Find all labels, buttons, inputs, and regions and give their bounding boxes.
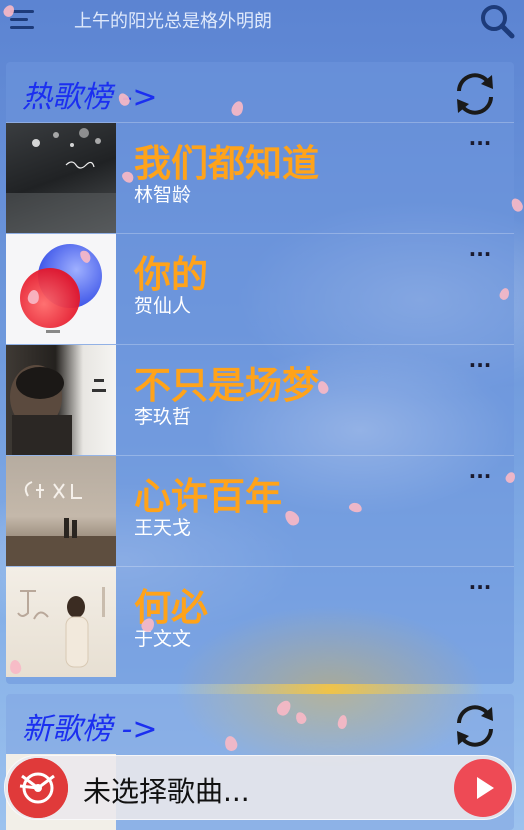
new-chart-header: 新歌榜 -> — [6, 694, 514, 752]
now-playing-text: 未选择歌曲... — [83, 775, 250, 808]
menu-bar — [10, 18, 28, 21]
song-artist: 李玖哲 — [134, 406, 192, 428]
hot-chart-header: 热歌榜 -> — [6, 62, 514, 120]
new-chart-title[interactable]: 新歌榜 -> — [22, 704, 158, 748]
album-cover — [6, 567, 116, 677]
search-icon[interactable] — [478, 2, 516, 40]
disc-icon[interactable] — [8, 758, 68, 818]
album-cover — [6, 234, 116, 344]
song-title: 你的 — [134, 253, 208, 296]
song-row[interactable]: 心许百年 王天戈 ··· — [6, 455, 514, 566]
song-artist: 贺仙人 — [134, 295, 192, 317]
hot-chart-title[interactable]: 热歌榜 -> — [22, 72, 158, 116]
song-artist: 王天戈 — [134, 517, 192, 539]
menu-bar — [10, 26, 34, 29]
more-options-icon[interactable]: ··· — [466, 466, 494, 486]
song-row[interactable]: 我们都知道 林智龄 ··· — [6, 122, 514, 233]
song-title: 我们都知道 — [134, 142, 319, 185]
header-greeting: 上午的阳光总是格外明朗 — [74, 11, 272, 32]
song-title: 不只是场梦 — [134, 364, 319, 407]
song-row[interactable]: 何必 于文文 ··· — [6, 566, 514, 677]
app-header: 上午的阳光总是格外明朗 — [0, 0, 524, 42]
song-row[interactable]: 不只是场梦 李玖哲 ··· — [6, 344, 514, 455]
refresh-icon[interactable] — [450, 69, 500, 119]
album-cover — [6, 345, 116, 455]
refresh-icon[interactable] — [450, 701, 500, 751]
more-options-icon[interactable]: ··· — [466, 355, 494, 375]
more-options-icon[interactable]: ··· — [466, 577, 494, 597]
album-cover — [6, 123, 116, 233]
mini-player[interactable]: 未选择歌曲... — [4, 755, 516, 820]
hot-chart-section: 热歌榜 -> 我们都知道 林智龄 ··· 你的 贺仙人 ··· 不只是场梦 李玖… — [6, 62, 514, 684]
play-icon[interactable] — [454, 759, 512, 817]
album-cover — [6, 456, 116, 566]
more-options-icon[interactable]: ··· — [466, 133, 494, 153]
song-artist: 林智龄 — [134, 184, 192, 206]
song-title: 心许百年 — [134, 475, 282, 518]
hot-song-list: 我们都知道 林智龄 ··· 你的 贺仙人 ··· 不只是场梦 李玖哲 ··· 心… — [6, 122, 514, 677]
more-options-icon[interactable]: ··· — [466, 244, 494, 264]
